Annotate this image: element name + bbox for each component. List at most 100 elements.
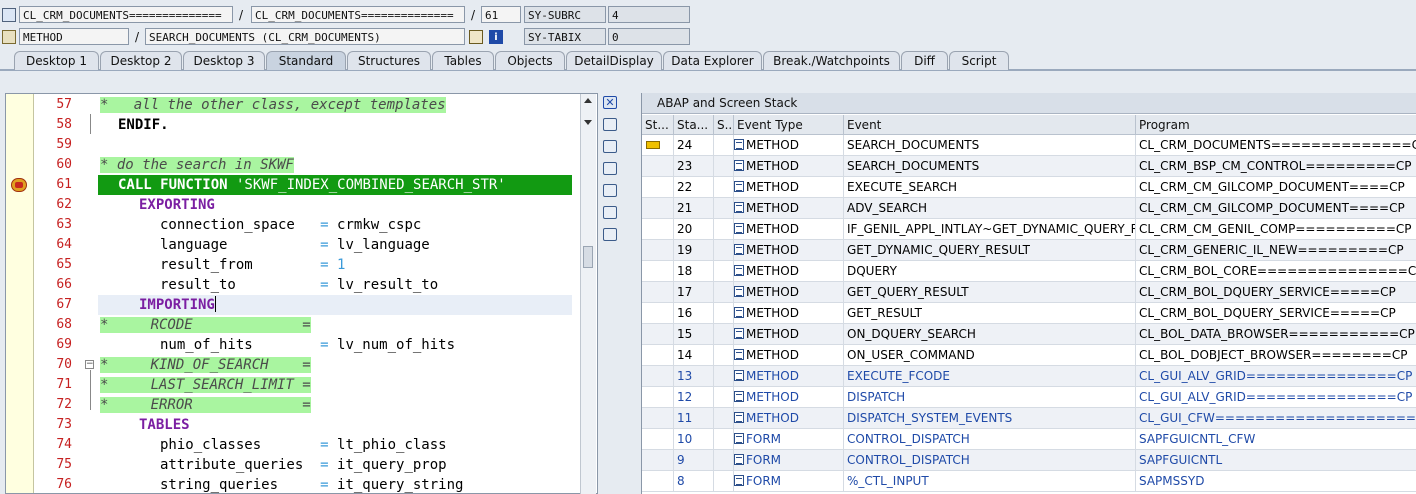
program-cell[interactable]: CL_CRM_CM_GENIL_COMP==========CP: [1136, 219, 1416, 240]
event-cell[interactable]: SEARCH_DOCUMENTS: [844, 135, 1136, 156]
program-cell[interactable]: CL_GUI_ALV_GRID===============CP: [1136, 387, 1416, 408]
event-cell[interactable]: ON_USER_COMMAND: [844, 345, 1136, 366]
program-cell[interactable]: CL_CRM_BOL_DQUERY_SERVICE=====CP: [1136, 303, 1416, 324]
tab-detaildisplay[interactable]: DetailDisplay: [566, 51, 662, 70]
scroll-thumb[interactable]: [583, 246, 593, 268]
event-icon: [2, 30, 16, 44]
s-cell: [714, 240, 734, 261]
sysvar-value-1[interactable]: 4: [608, 6, 690, 23]
tab-desktop-1[interactable]: Desktop 1: [14, 51, 99, 70]
program-cell[interactable]: CL_GUI_ALV_GRID===============CP: [1136, 366, 1416, 387]
program-cell[interactable]: SAPFGUICNTL: [1136, 450, 1416, 471]
table-row[interactable]: 18 METHOD DQUERY CL_CRM_BOL_CORE===========…: [642, 261, 1416, 282]
col-header-event[interactable]: Event: [844, 115, 1136, 135]
navigate-icon[interactable]: [469, 30, 483, 44]
event-cell[interactable]: DISPATCH: [844, 387, 1136, 408]
table-row[interactable]: 24 METHOD SEARCH_DOCUMENTS CL_CRM_DOCUMENTS…: [642, 135, 1416, 156]
table-row[interactable]: 13 METHOD EXECUTE_FCODE CL_GUI_ALV_GRID====…: [642, 366, 1416, 387]
event-cell[interactable]: CONTROL_DISPATCH: [844, 450, 1136, 471]
event-type-field[interactable]: METHOD: [19, 28, 129, 45]
program-cell[interactable]: SAPMSSYD: [1136, 471, 1416, 492]
event-cell[interactable]: EXECUTE_FCODE: [844, 366, 1136, 387]
col-header-event-type[interactable]: Event Type: [734, 115, 844, 135]
table-row[interactable]: 11 METHOD DISPATCH_SYSTEM_EVENTS CL_GUI_CFW…: [642, 408, 1416, 429]
maximize-icon[interactable]: [603, 162, 617, 175]
swap-icon[interactable]: [603, 184, 617, 197]
col-header-s[interactable]: S...: [714, 115, 734, 135]
editor-scrollbar[interactable]: [580, 94, 596, 494]
table-row[interactable]: 20 METHOD IF_GENIL_APPL_INTLAY~GET_DYNAMIC…: [642, 219, 1416, 240]
col-header-stack-level[interactable]: Sta...: [674, 115, 714, 135]
sysvar-name-2[interactable]: SY-TABIX: [524, 28, 606, 45]
split-vertical-icon[interactable]: [603, 140, 617, 153]
table-row[interactable]: 12 METHOD DISPATCH CL_GUI_ALV_GRID=========…: [642, 387, 1416, 408]
program-field[interactable]: CL_CRM_DOCUMENTS==============: [19, 6, 233, 23]
scroll-down-icon[interactable]: [584, 120, 592, 125]
program-cell[interactable]: CL_BOL_DOBJECT_BROWSER========CP: [1136, 345, 1416, 366]
table-row[interactable]: 16 METHOD GET_RESULT CL_CRM_BOL_DQUERY_SERV…: [642, 303, 1416, 324]
event-cell[interactable]: GET_RESULT: [844, 303, 1136, 324]
tab-standard[interactable]: Standard: [266, 51, 346, 70]
tab-script[interactable]: Script: [949, 51, 1009, 70]
code-editor[interactable]: 57 58 59 60 61 62 63 64 65 66 67 68 69 7…: [5, 93, 598, 494]
scroll-up-icon[interactable]: [584, 98, 592, 103]
program-cell[interactable]: CL_CRM_DOCUMENTS==============CP: [1136, 135, 1416, 156]
table-row[interactable]: 14 METHOD ON_USER_COMMAND CL_BOL_DOBJECT_BR…: [642, 345, 1416, 366]
event-cell[interactable]: ON_DQUERY_SEARCH: [844, 324, 1136, 345]
separator: /: [135, 30, 140, 44]
new-window-icon[interactable]: [603, 118, 617, 131]
tab-desktop-3[interactable]: Desktop 3: [183, 51, 265, 70]
event-cell[interactable]: GET_QUERY_RESULT: [844, 282, 1136, 303]
close-icon[interactable]: ✕: [603, 96, 617, 109]
fold-toggle[interactable]: −: [85, 360, 94, 369]
table-row[interactable]: 15 METHOD ON_DQUERY_SEARCH CL_BOL_DATA_BROW…: [642, 324, 1416, 345]
settings-icon[interactable]: [603, 228, 617, 241]
program-cell[interactable]: CL_BOL_DATA_BROWSER===========CP: [1136, 324, 1416, 345]
program-cell[interactable]: CL_GUI_CFW====================CP: [1136, 408, 1416, 429]
breakpoint-gutter[interactable]: [6, 94, 34, 493]
table-row[interactable]: 23 METHOD SEARCH_DOCUMENTS CL_CRM_BSP_CM_CO…: [642, 156, 1416, 177]
event-cell[interactable]: %_CTL_INPUT: [844, 471, 1136, 492]
program-cell[interactable]: CL_CRM_BOL_DQUERY_SERVICE=====CP: [1136, 282, 1416, 303]
line-field[interactable]: 61: [481, 6, 521, 23]
info-icon[interactable]: i: [489, 30, 503, 44]
document-icon: [734, 202, 744, 213]
sysvar-name-1[interactable]: SY-SUBRC: [524, 6, 606, 23]
tab-diff[interactable]: Diff: [901, 51, 948, 70]
include-field[interactable]: CL_CRM_DOCUMENTS==============: [251, 6, 465, 23]
table-row[interactable]: 21 METHOD ADV_SEARCH CL_CRM_CM_GILCOMP_DOCU…: [642, 198, 1416, 219]
event-cell[interactable]: CONTROL_DISPATCH: [844, 429, 1136, 450]
code-line-66: result_to = lv_result_to: [160, 275, 438, 295]
table-row[interactable]: 17 METHOD GET_QUERY_RESULT CL_CRM_BOL_DQUER…: [642, 282, 1416, 303]
tab-desktop-2[interactable]: Desktop 2: [100, 51, 182, 70]
breakpoint-icon[interactable]: [11, 178, 27, 192]
tab-tables[interactable]: Tables: [432, 51, 494, 70]
event-cell[interactable]: IF_GENIL_APPL_INTLAY~GET_DYNAMIC_QUERY_R…: [844, 219, 1136, 240]
tab-structures[interactable]: Structures: [347, 51, 431, 70]
event-cell[interactable]: DISPATCH_SYSTEM_EVENTS: [844, 408, 1136, 429]
table-row[interactable]: 19 METHOD GET_DYNAMIC_QUERY_RESULT CL_CRM_G…: [642, 240, 1416, 261]
program-cell[interactable]: CL_CRM_GENERIC_IL_NEW=========CP: [1136, 240, 1416, 261]
tab-data-explorer[interactable]: Data Explorer: [663, 51, 762, 70]
col-header-status[interactable]: St...: [642, 115, 674, 135]
col-header-program[interactable]: Program: [1136, 115, 1416, 135]
program-cell[interactable]: CL_CRM_BSP_CM_CONTROL=========CP: [1136, 156, 1416, 177]
table-row[interactable]: 8 FORM %_CTL_INPUT SAPMSSYD: [642, 471, 1416, 492]
program-cell[interactable]: SAPFGUICNTL_CFW: [1136, 429, 1416, 450]
tab-breakpoints[interactable]: Break./Watchpoints: [763, 51, 900, 70]
table-row[interactable]: 22 METHOD EXECUTE_SEARCH CL_CRM_CM_GILCOMP_…: [642, 177, 1416, 198]
table-row[interactable]: 10 FORM CONTROL_DISPATCH SAPFGUICNTL_CFW: [642, 429, 1416, 450]
event-cell[interactable]: ADV_SEARCH: [844, 198, 1136, 219]
program-cell[interactable]: CL_CRM_CM_GILCOMP_DOCUMENT====CP: [1136, 177, 1416, 198]
program-cell[interactable]: CL_CRM_BOL_CORE===============CP: [1136, 261, 1416, 282]
tools-icon[interactable]: [603, 206, 617, 219]
event-cell[interactable]: GET_DYNAMIC_QUERY_RESULT: [844, 240, 1136, 261]
event-cell[interactable]: EXECUTE_SEARCH: [844, 177, 1136, 198]
sysvar-value-2[interactable]: 0: [608, 28, 690, 45]
tab-objects[interactable]: Objects: [495, 51, 565, 70]
program-cell[interactable]: CL_CRM_CM_GILCOMP_DOCUMENT====CP: [1136, 198, 1416, 219]
table-row[interactable]: 9 FORM CONTROL_DISPATCH SAPFGUICNTL: [642, 450, 1416, 471]
event-cell[interactable]: SEARCH_DOCUMENTS: [844, 156, 1136, 177]
event-field[interactable]: SEARCH_DOCUMENTS (CL_CRM_DOCUMENTS): [145, 28, 465, 45]
event-cell[interactable]: DQUERY: [844, 261, 1136, 282]
